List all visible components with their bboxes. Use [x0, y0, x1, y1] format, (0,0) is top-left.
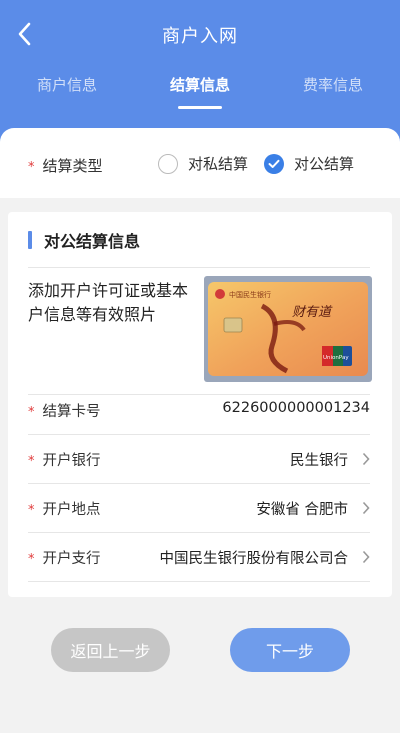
tab-rate-info[interactable]: 费率信息: [283, 74, 383, 95]
settlement-type-row: * 结算类型: [28, 155, 103, 176]
tab-merchant-info[interactable]: 商户信息: [17, 74, 117, 95]
radio-private-label: 对私结算: [188, 155, 249, 173]
divider: [28, 581, 370, 582]
header-bar: 商户入网 商户信息 结算信息 费率信息: [0, 0, 400, 145]
section-title: 对公结算信息: [44, 232, 141, 251]
divider: [28, 267, 370, 268]
settlement-type-card: * 结算类型 对私结算 对公结算: [0, 128, 400, 198]
settlement-type-label: 结算类型: [42, 157, 103, 175]
radio-checked-icon: [264, 153, 284, 174]
field-card-number-label: * 结算卡号: [28, 404, 101, 420]
field-branch[interactable]: * 开户支行 中国民生银行股份有限公司合: [28, 533, 370, 581]
card-bank-name: 中国民生银行: [229, 290, 271, 299]
card-network: UnionPay: [323, 355, 349, 361]
required-asterisk: *: [28, 160, 35, 175]
field-branch-value: 中国民生银行股份有限公司合: [159, 551, 349, 567]
field-card-number-value: 6226000000001234: [222, 400, 370, 416]
field-bank[interactable]: * 开户银行 民生银行: [28, 435, 370, 483]
field-card-number[interactable]: * 结算卡号 6226000000001234: [28, 386, 370, 434]
field-bank-label: * 开户银行: [28, 453, 101, 469]
radio-corporate-settlement[interactable]: 对公结算: [264, 153, 354, 174]
upload-prompt: 添加开户许可证或基本户信息等有效照片: [28, 281, 189, 324]
tab-settlement-info[interactable]: 结算信息: [150, 74, 250, 95]
field-bank-value: 民生银行: [290, 453, 348, 469]
chevron-right-icon: [362, 550, 370, 564]
section-header: 对公结算信息: [28, 228, 140, 252]
active-tab-indicator: [178, 106, 222, 109]
previous-step-button[interactable]: 返回上一步: [51, 628, 170, 672]
chevron-right-icon: [362, 452, 370, 466]
card-slogan: 财有道: [292, 305, 333, 320]
bank-card-photo[interactable]: 中国民生银行 财有道 UnionPay: [204, 276, 372, 382]
radio-private-settlement[interactable]: 对私结算: [158, 153, 248, 174]
radio-corporate-label: 对公结算: [294, 155, 355, 173]
field-location[interactable]: * 开户地点 安徽省 合肥市: [28, 484, 370, 532]
section-accent-bar: [28, 231, 32, 249]
field-location-value: 安徽省 合肥市: [256, 502, 348, 518]
corporate-info-card: 对公结算信息 添加开户许可证或基本户信息等有效照片 中国民生银行 财有道 Uni…: [8, 212, 392, 597]
radio-unchecked-icon: [158, 153, 178, 174]
page-title: 商户入网: [162, 26, 238, 47]
chevron-right-icon: [362, 501, 370, 515]
next-step-button[interactable]: 下一步: [230, 628, 350, 672]
field-location-label: * 开户地点: [28, 502, 101, 518]
field-branch-label: * 开户支行: [28, 551, 101, 567]
